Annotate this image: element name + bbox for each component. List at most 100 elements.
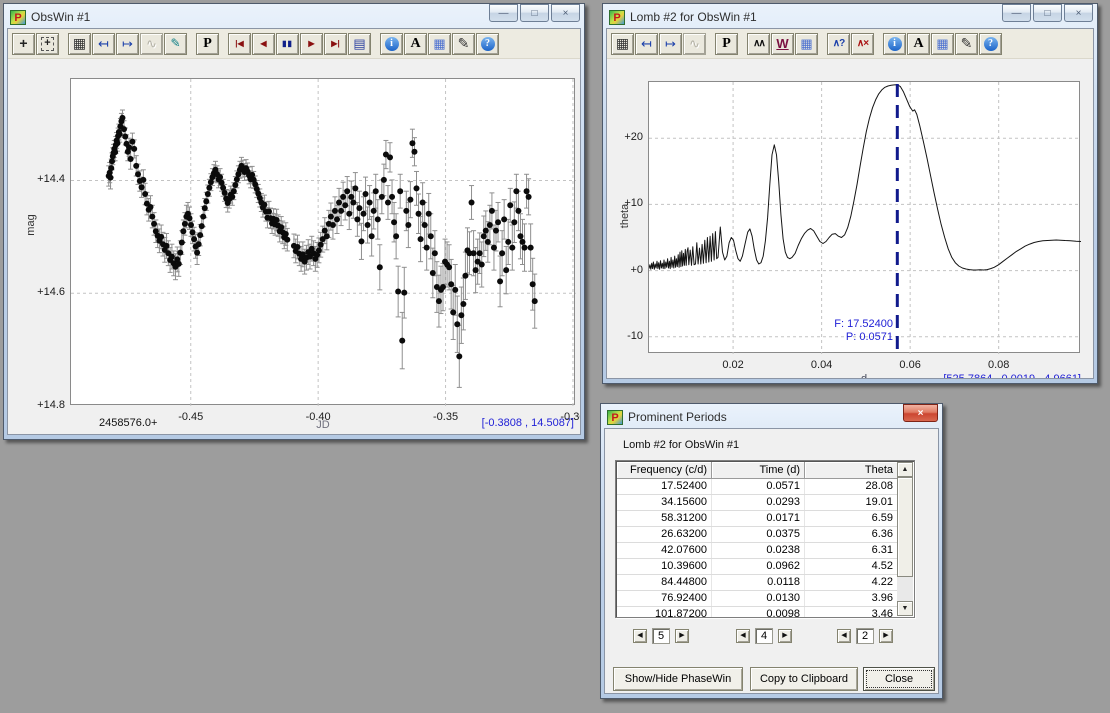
column-header[interactable]: Theta: [805, 462, 897, 479]
spinner-1-increment-button[interactable]: ▶: [675, 629, 689, 643]
table-icon: ▦: [936, 37, 948, 50]
obswin-scroll-left-button[interactable]: ↤: [92, 33, 115, 55]
scrollbar-thumb[interactable]: [897, 477, 913, 577]
lomb-info-button[interactable]: i: [883, 33, 906, 55]
lomb-scroll-left-button[interactable]: ↤: [635, 33, 658, 55]
table-row[interactable]: 10.396000.09624.52: [617, 559, 897, 575]
table-cell: 19.01: [805, 495, 897, 510]
spinner-3-decrement-button[interactable]: ◀: [837, 629, 851, 643]
y-tick-label: +20: [606, 131, 643, 143]
lomb-close-button[interactable]: ×: [1064, 4, 1093, 22]
scroll-down-button[interactable]: ▼: [897, 601, 913, 616]
lomb-annotate-button[interactable]: ✎: [955, 33, 978, 55]
y-tick-label: +14.4: [13, 173, 65, 185]
smooth-curve-icon: ∿: [689, 37, 700, 50]
obswin-annotate-button[interactable]: ✎: [452, 33, 475, 55]
x-tick-label: 0.02: [711, 359, 755, 371]
obswin-title: ObsWin #1: [31, 10, 484, 24]
period-table-icon: ▦: [800, 37, 812, 50]
spinner-2-decrement-button[interactable]: ◀: [736, 629, 750, 643]
table-row[interactable]: 26.632000.03756.36: [617, 527, 897, 543]
obswin-table-button[interactable]: ▦: [428, 33, 451, 55]
lomb-title: Lomb #2 for ObsWin #1: [630, 10, 997, 24]
obswin-play-button[interactable]: ▶: [300, 33, 323, 55]
obswin-show-grid-button[interactable]: ▦: [68, 33, 91, 55]
lomb-minimize-button[interactable]: —: [1002, 4, 1031, 22]
periodogram-canvas[interactable]: [649, 82, 1081, 354]
dialog-close-button[interactable]: ×: [903, 404, 938, 422]
lomb-show-grid-button[interactable]: ▦: [611, 33, 634, 55]
lomb-prominent-periods-button[interactable]: ∧∧: [747, 33, 770, 55]
lomb-maximize-button[interactable]: □: [1033, 4, 1062, 22]
annotate-icon: ✎: [458, 37, 470, 50]
go-last-icon: ▶|: [331, 37, 339, 50]
obswin-period-analysis-button[interactable]: P: [196, 33, 219, 55]
spinner-3-increment-button[interactable]: ▶: [879, 629, 893, 643]
spinner-1-value[interactable]: 5: [652, 628, 670, 644]
table-row[interactable]: 34.156000.029319.01: [617, 495, 897, 511]
lomb-period-analysis-button[interactable]: P: [715, 33, 738, 55]
obswin-zoom-in-button[interactable]: +: [12, 33, 35, 55]
table-cell: 4.52: [805, 559, 897, 574]
lomb-query-peak-button[interactable]: ∧?: [827, 33, 850, 55]
obswin-go-last-button[interactable]: ▶|: [324, 33, 347, 55]
table-row[interactable]: 17.524000.057128.08: [617, 479, 897, 495]
light-curve-canvas[interactable]: [71, 79, 576, 406]
lomb-titlebar[interactable]: P Lomb #2 for ObsWin #1 —□×: [606, 4, 1094, 28]
table-icon: ▦: [433, 37, 445, 50]
show-hide-phasewin-button[interactable]: Show/Hide PhaseWin: [613, 667, 743, 691]
table-cell: 4.22: [805, 575, 897, 590]
lomb-scroll-right-button[interactable]: ↦: [659, 33, 682, 55]
obswin-edit-observations-button[interactable]: ✎: [164, 33, 187, 55]
obswin-chart-region: mag 2458576.0+ JD [-0.3808 , 14.5087] -0…: [8, 59, 580, 434]
table-row[interactable]: 76.924000.01303.96: [617, 591, 897, 607]
lomb-table-button[interactable]: ▦: [931, 33, 954, 55]
table-row[interactable]: 84.448000.01184.22: [617, 575, 897, 591]
zoom-region-icon: +: [41, 37, 53, 51]
table-cell: 0.0238: [712, 543, 805, 558]
table-row[interactable]: 101.872000.00983.46: [617, 607, 897, 617]
spinner-3-value[interactable]: 2: [856, 628, 874, 644]
obswin-titlebar[interactable]: P ObsWin #1 —□×: [7, 4, 581, 28]
obswin-font-button[interactable]: A: [404, 33, 427, 55]
obswin-maximize-button[interactable]: □: [520, 4, 549, 22]
obswin-scroll-right-button[interactable]: ↦: [116, 33, 139, 55]
smooth-curve-icon: ∿: [146, 37, 157, 50]
column-header[interactable]: Frequency (c/d): [617, 462, 712, 479]
lomb-delete-peak-button[interactable]: ∧×: [851, 33, 874, 55]
x-tick-label: 0.08: [977, 359, 1021, 371]
dialog-titlebar[interactable]: P Prominent Periods ×: [604, 404, 939, 428]
obswin-go-previous-button[interactable]: ◀: [252, 33, 275, 55]
periodogram-plot[interactable]: theta F: 17.52400 P: 0.0571 d [525.7864 …: [648, 81, 1080, 353]
spinner-1-decrement-button[interactable]: ◀: [633, 629, 647, 643]
obswin-close-button[interactable]: ×: [551, 4, 580, 22]
table-cell: 0.0171: [712, 511, 805, 526]
obswin-observations-list-button[interactable]: ▤: [348, 33, 371, 55]
table-row[interactable]: 42.076000.02386.31: [617, 543, 897, 559]
close-button[interactable]: Close: [863, 667, 935, 691]
obswin-go-first-button[interactable]: |◀: [228, 33, 251, 55]
periods-table-scrollbar[interactable]: ▲ ▼: [897, 462, 913, 616]
obswin-info-button[interactable]: i: [380, 33, 403, 55]
obswin-zoom-region-button[interactable]: +: [36, 33, 59, 55]
column-header[interactable]: Time (d): [712, 462, 805, 479]
query-peak-icon: ∧?: [833, 37, 844, 50]
lomb-help-button[interactable]: ?: [979, 33, 1002, 55]
lomb-phase-window-button[interactable]: W: [771, 33, 794, 55]
table-cell: 3.46: [805, 607, 897, 617]
table-row[interactable]: 58.312000.01716.59: [617, 511, 897, 527]
peak-frequency-annotation: F: 17.52400: [649, 318, 893, 330]
edit-observations-icon: ✎: [170, 37, 180, 50]
lomb-font-button[interactable]: A: [907, 33, 930, 55]
scroll-up-button[interactable]: ▲: [897, 462, 913, 477]
light-curve-plot[interactable]: mag 2458576.0+ JD [-0.3808 , 14.5087] -0…: [70, 78, 575, 405]
lomb-period-table-button[interactable]: ▦: [795, 33, 818, 55]
obswin-help-button[interactable]: ?: [476, 33, 499, 55]
copy-to-clipboard-button[interactable]: Copy to Clipboard: [750, 667, 858, 691]
pause-icon: ▮▮: [282, 37, 293, 50]
spinner-2-value[interactable]: 4: [755, 628, 773, 644]
obswin-toolbar: ++▦↤↦∿✎P|◀◀▮▮▶▶|▤iA▦✎?: [8, 29, 580, 59]
obswin-minimize-button[interactable]: —: [489, 4, 518, 22]
spinner-2-increment-button[interactable]: ▶: [778, 629, 792, 643]
obswin-pause-button[interactable]: ▮▮: [276, 33, 299, 55]
